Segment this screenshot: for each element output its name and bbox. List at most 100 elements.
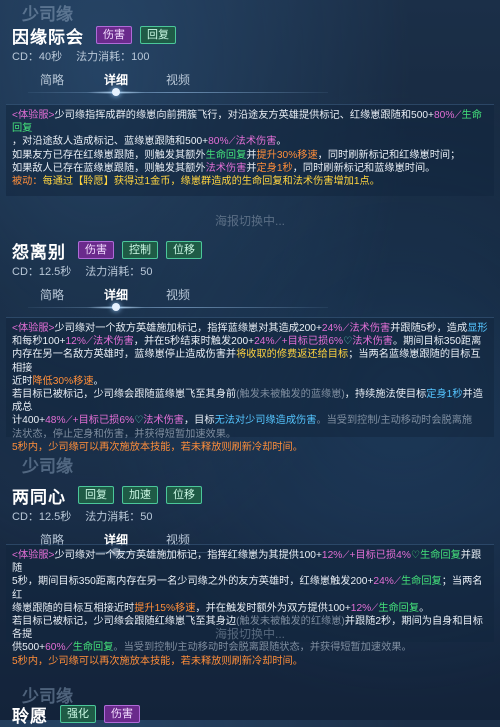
ratio-text: 24% — [321, 323, 343, 334]
skill-tag: 位移 — [166, 486, 202, 504]
heal-text: 生命回复 — [400, 576, 442, 588]
desc-text: ，持续施法使目标 — [344, 389, 427, 401]
speed-text: 提升15%移速 — [134, 602, 196, 614]
reveal-text: 显形 — [467, 323, 488, 334]
refund-text: 将收取的修费返还给目标 — [236, 349, 349, 361]
wand-icon: ⟋ — [274, 336, 282, 348]
desc-line: 被动：每通过【聆愿】获得过1金币，缘崽群造成的生命回复和法术伤害增加1点。 — [12, 175, 488, 188]
passive-label: 被动： — [12, 176, 43, 188]
skill-header: 怨离别 伤害 控制 位移 — [12, 237, 202, 263]
desc-text: 如果友方已存在红缘崽跟随，则触发其额外 — [12, 149, 206, 161]
desc-text: 近时 — [12, 375, 33, 387]
heart-icon: ♡ — [343, 336, 353, 348]
tab-active-indicator — [112, 88, 120, 96]
cooldown-text: CD：12.5秒 — [12, 511, 72, 523]
version-tag: <体验服> — [12, 550, 55, 561]
skill-tag: 控制 — [122, 241, 158, 259]
ratio-text: 80% — [208, 136, 229, 148]
skill-section-2: 怨离别 伤害 控制 位移 CD：12.5秒 法力消耗：50 简略 详细 视频 <… — [0, 237, 500, 457]
desc-text: 并 — [246, 162, 257, 174]
skill-name: 怨离别 — [12, 242, 66, 262]
skill-header: 两同心 回复 加速 位移 — [12, 482, 202, 508]
tab-video[interactable]: 视频 — [148, 287, 208, 303]
ratio-text: 12% — [65, 336, 86, 348]
desc-line: <体验服>少司缘对一个友方英雄施加标记，指挥红缘崽为其提供100+12%⟋+目标… — [12, 549, 488, 575]
heart-icon: ♡ — [134, 415, 144, 427]
speed-text: 提升30%移速 — [256, 149, 318, 161]
tab-brief[interactable]: 简略 — [22, 72, 82, 88]
desc-text: 。 — [419, 602, 430, 614]
version-tag: <体验服> — [12, 323, 55, 334]
skill-tag: 回复 — [140, 26, 176, 44]
wand-icon: ⟋ — [65, 642, 73, 654]
slow-text: 降低30%移速 — [32, 375, 94, 387]
note-text: 。当受到控制/主动移动时会脱离跟随状态，并获得短暂加速效果。 — [113, 642, 412, 654]
wand-icon: ⟋ — [65, 415, 73, 427]
wand-icon: ⟋ — [228, 136, 236, 148]
tab-brief[interactable]: 简略 — [22, 287, 82, 303]
desc-text: 。期间目标350距离 — [392, 336, 482, 348]
poster-switching-text: 海报切换中... — [214, 214, 285, 228]
skill-name: 因缘际会 — [12, 27, 84, 47]
version-tag: <体验服> — [12, 110, 55, 121]
skill-header: 因缘际会 伤害 回复 — [12, 22, 176, 48]
tab-detail[interactable]: 详细 — [86, 287, 146, 303]
skill-name: 聆愿 — [12, 706, 48, 726]
skill-detail-page: 少司缘 因缘际会 伤害 回复 CD：40秒 法力消耗：100 简略 详细 视频 … — [0, 0, 500, 726]
root-text: 定身1秒 — [426, 389, 463, 401]
skill-description: <体验服>少司缘指挥成群的缘崽向前拥簇飞行，对沿途友方英雄提供标记、红缘崽跟随和… — [6, 104, 494, 196]
desc-text: 。 — [276, 136, 287, 148]
desc-line: 法状态，停止定身和伤害，并获得短暂加速效果。 — [12, 428, 488, 441]
ratio-text: 48% — [45, 415, 66, 427]
wand-icon: ⟋ — [454, 110, 462, 121]
desc-text: 并跟随5秒，造成 — [390, 323, 468, 334]
skill-tag: 伤害 — [78, 241, 114, 259]
skill-tag: 伤害 — [96, 26, 132, 44]
desc-text: ，并在5秒结束时触发200+ — [133, 336, 255, 348]
cooldown-text: CD：12.5秒 — [12, 266, 72, 278]
tab-detail[interactable]: 详细 — [86, 72, 146, 88]
tab-active-indicator — [112, 303, 120, 311]
wand-icon: ⟋ — [393, 576, 401, 588]
desc-line: <体验服>少司缘对一个敌方英雄施加标记，指挥蓝缘崽对其造成200+24%⟋法术伤… — [12, 322, 488, 335]
ratio-text: 12% — [350, 602, 372, 614]
magic-damage-text: 法术伤害 — [352, 336, 393, 348]
recast-text: 5秒内，少司缘可以再次施放本技能，若未释放则刷新冷却时间。 — [12, 655, 303, 667]
skill-meta: CD：12.5秒 法力消耗：50 — [12, 263, 153, 279]
desc-line: 近时降低30%移速。 — [12, 375, 488, 388]
desc-line: 缘崽跟随的目标互相接近时提升15%移速，并在触发时额外为双方提供100+12%⟋… — [12, 602, 488, 615]
desc-text: 缘崽跟随的目标互相接近时 — [12, 602, 135, 614]
magic-damage-text: 法术伤害 — [349, 323, 391, 334]
desc-text: ，同时刷新标记和蓝缘崽时间。 — [292, 162, 436, 174]
desc-line: 计400+48%⟋+目标已损6%♡法术伤害，目标无法对少司缘造成伤害。当受到控制… — [12, 414, 488, 427]
desc-text: 如果敌人已存在蓝缘崽跟随，则触发其额外 — [12, 162, 206, 174]
immune-text: 无法对少司缘造成伤害 — [214, 415, 317, 427]
mana-cost-text: 法力消耗：50 — [85, 266, 153, 278]
note-text: 。当受到控制/主动移动时会脱离施 — [316, 415, 473, 427]
skill-section-4: 聆愿 强化 伤害 — [0, 705, 500, 726]
skill-meta: CD：12.5秒 法力消耗：50 — [12, 508, 153, 524]
note-text: 法状态，停止定身和伤害，并获得短暂加速效果。 — [12, 428, 237, 440]
heal-text: 生命回复 — [420, 550, 461, 561]
skill-tag: 回复 — [78, 486, 114, 504]
desc-line: 和每秒100+12%⟋法术伤害，并在5秒结束时触发200+24%⟋+目标已损6%… — [12, 335, 488, 348]
desc-line: 供500+60%⟋生命回复。当受到控制/主动移动时会脱离跟随状态，并获得短暂加速… — [12, 641, 488, 654]
magic-damage-text: 法术伤害 — [143, 415, 184, 427]
hero-name-ghost: 少司缘 — [22, 457, 73, 476]
skill-tag: 强化 — [60, 705, 96, 723]
desc-text: 少司缘对一个敌方英雄施加标记，指挥蓝缘崽对其造成200+ — [54, 323, 322, 334]
heal-text: 生命回复 — [205, 149, 247, 161]
desc-text: 和每秒100+ — [12, 336, 66, 348]
magic-damage-text: 法术伤害 — [93, 336, 134, 348]
ratio-text: 80% — [433, 110, 455, 121]
ratio-text: 24% — [373, 576, 394, 588]
skill-meta: CD：40秒 法力消耗：100 — [12, 48, 149, 64]
skill-tag: 位移 — [166, 241, 202, 259]
tab-video[interactable]: 视频 — [148, 72, 208, 88]
desc-text: ，对沿途敌人造成标记、蓝缘崽跟随和500+ — [12, 136, 209, 148]
heal-text: 生命回复 — [72, 642, 114, 654]
desc-line: <体验服>少司缘指挥成群的缘崽向前拥簇飞行，对沿途友方英雄提供标记、红缘崽跟随和… — [12, 109, 488, 135]
skill-description: <体验服>少司缘对一个敌方英雄施加标记，指挥蓝缘崽对其造成200+24% ⟋ 法术伤… — [6, 317, 494, 453]
ratio-text: 60% — [45, 642, 66, 654]
root-text: 定身1秒 — [256, 162, 293, 174]
